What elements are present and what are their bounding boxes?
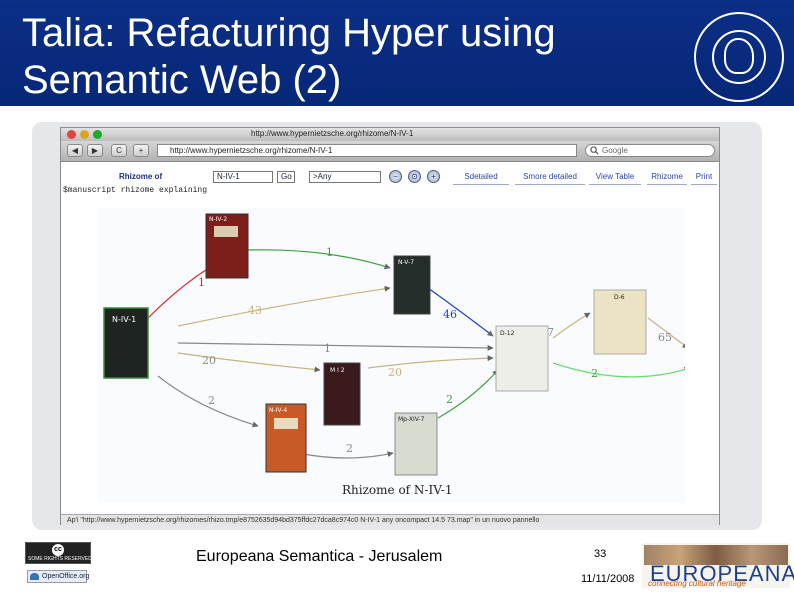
node-label: N-IV-1: [112, 315, 136, 324]
tab-detailed[interactable]: Sdetailed: [453, 170, 509, 185]
rhizome-toolbar: Rhizome of N-IV-1 Go >Any − ⊙ + Sdetaile…: [61, 169, 719, 185]
status-bar: Ap'i "http://www.hypernietzsche.org/rhiz…: [61, 514, 719, 525]
minimize-window-icon[interactable]: [80, 130, 89, 139]
slide-header: Talia: Refacturing Hyper using Semantic …: [0, 0, 794, 106]
node-label: Mp-XIV-7: [398, 416, 425, 423]
forward-button[interactable]: ▶: [87, 144, 103, 157]
edge-n-iv-1-to-m-i-2: [177, 352, 321, 373]
openoffice-icon: [30, 573, 39, 580]
node-label: M I 2: [330, 367, 345, 374]
creative-commons-logo: cc SOME RIGHTS RESERVED: [25, 542, 92, 564]
node-d-12[interactable]: D-12: [495, 325, 549, 392]
reload-button[interactable]: C: [111, 144, 127, 157]
tab-rhizome[interactable]: Rhizome: [647, 170, 687, 185]
edge-label: 2: [446, 393, 453, 406]
node-n-iv-4[interactable]: N-IV-4: [265, 403, 307, 473]
edge-label: 20: [202, 354, 216, 367]
search-placeholder: Google: [602, 146, 628, 155]
node-label: N-IV-2: [209, 216, 227, 223]
tab-more-detailed[interactable]: Smore detailed: [515, 170, 585, 185]
go-button[interactable]: Go: [277, 171, 295, 183]
zoom-reset-icon[interactable]: ⊙: [408, 170, 421, 183]
rhizome-graph: 1 1 43 46 1 67 65 20 20 2 2 2 2 N-IV-1 N…: [98, 208, 745, 503]
edge-label: 65: [658, 331, 672, 344]
edge-label: 2: [208, 394, 215, 407]
browser-window: http://www.hypernietzsche.org/rhizome/N-…: [60, 127, 745, 525]
edge-n-iv-2-to-n-v-7: [247, 249, 391, 270]
close-window-icon[interactable]: [67, 130, 76, 139]
europeana-logo: EUROPEANA connecting cultural heritage: [642, 543, 794, 588]
search-input[interactable]: Google: [585, 144, 715, 157]
university-seal-logo: [694, 12, 784, 102]
tab-view-table[interactable]: View Table: [589, 170, 641, 185]
edge-d-12-to-d-6: [552, 312, 591, 339]
slide-title-line-1: Talia: Refacturing Hyper using: [22, 11, 556, 55]
edge-n-iv-1-to-d-12: [177, 342, 494, 351]
browser-window-title: http://www.hypernietzsche.org/rhizome/N-…: [251, 129, 414, 138]
node-n-iv-1[interactable]: N-IV-1: [103, 307, 149, 379]
tab-print[interactable]: Print: [691, 170, 717, 185]
edge-label: 1: [326, 246, 333, 259]
node-label: D-6: [614, 294, 625, 301]
edge-m-i-2-to-d-12: [367, 355, 494, 369]
slide-title: Talia: Refacturing Hyper using Semantic …: [22, 10, 662, 104]
zoom-out-icon[interactable]: −: [389, 170, 402, 183]
node-m-i-2[interactable]: M I 2: [323, 362, 361, 426]
rhizome-graph-svg: 1 1 43 46 1 67 65 20 20 2 2 2 2 N-IV-1 N…: [103, 213, 745, 497]
rhizome-subtitle: $manuscript rhizome explaining: [63, 186, 208, 195]
cc-text: SOME RIGHTS RESERVED: [28, 556, 92, 562]
edge-d-12-to-w8: [552, 362, 691, 378]
edge-label: 1: [198, 276, 205, 289]
node-mp-xiv-7[interactable]: Mp-XIV-7: [394, 412, 438, 476]
edge-label: 1: [324, 342, 331, 355]
openoffice-text: OpenOffice.org: [42, 573, 90, 580]
address-bar[interactable]: http://www.hypernietzsche.org/rhizome/N-…: [157, 144, 577, 157]
footer-title: Europeana Semantica - Jerusalem: [196, 548, 443, 565]
page-number: 33: [594, 548, 607, 560]
edge-label: 20: [388, 366, 402, 379]
address-url: http://www.hypernietzsche.org/rhizome/N-…: [170, 146, 333, 155]
edge-label: 43: [248, 304, 262, 317]
node-label: N-V-7: [398, 259, 414, 266]
edge-n-v-7-to-d-12: [427, 287, 494, 337]
edge-label: 46: [443, 308, 457, 321]
node-label: N-IV-4: [269, 407, 287, 414]
zoom-in-icon[interactable]: +: [427, 170, 440, 183]
edge-n-iv-1-to-n-v-7: [177, 285, 391, 327]
node-select[interactable]: N-IV-1: [213, 171, 273, 183]
browser-toolbar: ◀ ▶ C + http://www.hypernietzsche.org/rh…: [61, 141, 719, 162]
edge-label: 2: [346, 442, 353, 455]
maximize-window-icon[interactable]: [93, 130, 102, 139]
node-n-v-7[interactable]: N-V-7: [393, 255, 431, 315]
node-n-iv-2[interactable]: N-IV-2: [205, 213, 249, 279]
node-label: D-12: [500, 330, 515, 337]
add-bookmark-button[interactable]: +: [133, 144, 149, 157]
europeana-tagline: connecting cultural heritage: [648, 579, 746, 588]
edge-label: 2: [591, 367, 598, 380]
node-d-6[interactable]: D-6: [593, 289, 647, 355]
graph-caption: Rhizome of N-IV-1: [342, 483, 452, 497]
openoffice-logo: OpenOffice.org: [27, 570, 90, 583]
filter-select[interactable]: >Any: [309, 171, 381, 183]
slide-title-line-2: Semantic Web (2): [22, 58, 342, 102]
back-button[interactable]: ◀: [67, 144, 83, 157]
rhizome-of-label: Rhizome of: [119, 172, 163, 181]
search-icon: [590, 146, 599, 155]
slide-date: 11/11/2008: [581, 573, 635, 585]
browser-titlebar: http://www.hypernietzsche.org/rhizome/N-…: [61, 128, 719, 141]
